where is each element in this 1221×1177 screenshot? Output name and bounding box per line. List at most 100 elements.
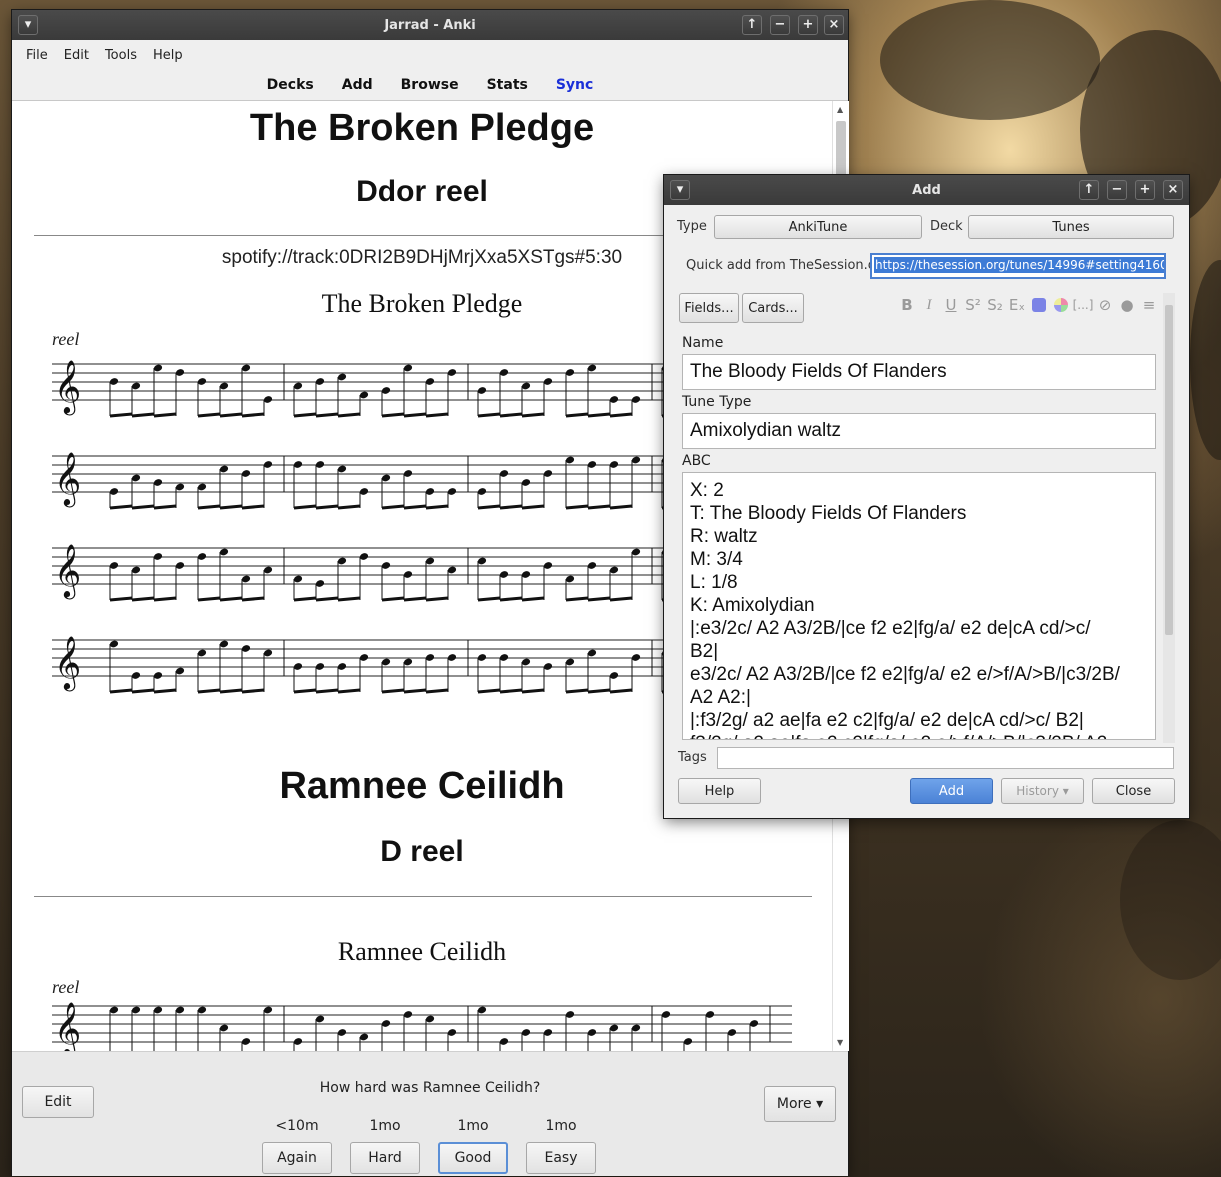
note-beam	[499, 596, 523, 602]
main-titlebar[interactable]: ▾ Jarrad - Anki ↑ − + ×	[12, 10, 848, 40]
fields-button[interactable]: Fields...	[679, 293, 739, 323]
note-type-selector[interactable]: AnkiTune	[714, 215, 922, 239]
note-beam	[521, 504, 545, 510]
easy-button[interactable]: Easy	[526, 1142, 596, 1174]
hard-button[interactable]: Hard	[350, 1142, 420, 1174]
note-beam	[565, 596, 589, 602]
note-beam	[131, 596, 155, 602]
note-beam	[153, 688, 177, 694]
abc-line: R: waltz	[690, 526, 758, 547]
note-beam	[403, 504, 427, 510]
toolbar-sync[interactable]: Sync	[556, 77, 593, 93]
toolbar-stats[interactable]: Stats	[487, 77, 528, 93]
toolbar-add[interactable]: Add	[342, 77, 373, 93]
treble-clef-icon: 𝄞	[54, 451, 81, 507]
underline-icon[interactable]: U	[942, 295, 960, 315]
again-interval: <10m	[275, 1118, 319, 1134]
again-button[interactable]: Again	[262, 1142, 332, 1174]
scrollbar-thumb[interactable]	[836, 121, 846, 181]
note-beam	[477, 596, 501, 602]
more-button[interactable]: More ▾	[764, 1086, 836, 1122]
tags-input[interactable]	[717, 747, 1174, 769]
add-button[interactable]: Add	[910, 778, 993, 804]
note-beam	[381, 596, 405, 602]
subscript-icon[interactable]: S₂	[986, 295, 1004, 315]
note-beam	[219, 596, 243, 602]
note-beam	[109, 412, 133, 418]
note-beam	[521, 596, 545, 602]
note-beam	[425, 504, 449, 510]
deck-selector[interactable]: Tunes	[968, 215, 1174, 239]
toolbar-decks[interactable]: Decks	[267, 77, 314, 93]
menu-edit[interactable]: Edit	[64, 48, 89, 63]
treble-clef-icon: 𝄞	[54, 359, 81, 415]
cards-button[interactable]: Cards...	[742, 293, 804, 323]
note-beam	[477, 504, 501, 510]
editor-scrollbar[interactable]	[1163, 293, 1175, 743]
clear-format-icon[interactable]: Eₓ	[1008, 295, 1026, 315]
text-color-icon[interactable]	[1030, 295, 1048, 315]
note-beam	[153, 596, 177, 602]
italic-icon[interactable]: I	[920, 295, 938, 315]
note-beam	[293, 412, 317, 418]
scroll-down-icon[interactable]: ▼	[837, 1038, 843, 1047]
maximize-icon[interactable]: +	[798, 15, 818, 35]
history-button[interactable]: History ▾	[1001, 778, 1084, 804]
note-beam	[403, 688, 427, 694]
note-beam	[109, 688, 133, 694]
good-button[interactable]: Good	[438, 1142, 508, 1174]
formatting-toolbar: B I U S² S₂ Eₓ [...] ⊘ ● ≡	[898, 295, 1158, 315]
cloze-icon[interactable]: [...]	[1073, 295, 1094, 315]
minimize-icon[interactable]: −	[770, 15, 790, 35]
divider	[34, 896, 812, 897]
tune-type-field[interactable]: Amixolydian waltz	[682, 413, 1156, 449]
abc-line: T: The Bloody Fields Of Flanders	[690, 503, 967, 524]
note-beam	[197, 688, 221, 694]
minimize-icon[interactable]: −	[1107, 180, 1127, 200]
close-icon[interactable]: ×	[824, 15, 844, 35]
window-menu-icon[interactable]: ▾	[670, 180, 690, 200]
close-icon[interactable]: ×	[1163, 180, 1183, 200]
tune2-sheet-music: 𝄞	[52, 1001, 792, 1051]
name-field[interactable]: The Bloody Fields Of Flanders	[682, 354, 1156, 390]
name-field-label: Name	[682, 335, 724, 351]
menu-tools[interactable]: Tools	[105, 48, 137, 63]
toolbar-browse[interactable]: Browse	[401, 77, 459, 93]
note-beam	[315, 504, 339, 510]
scrollbar-thumb[interactable]	[1165, 305, 1173, 635]
bold-icon[interactable]: B	[898, 295, 916, 315]
scroll-up-icon[interactable]: ▲	[837, 105, 843, 114]
keep-above-icon[interactable]: ↑	[742, 15, 762, 35]
window-menu-icon[interactable]: ▾	[18, 15, 38, 35]
close-button[interactable]: Close	[1092, 778, 1175, 804]
help-button[interactable]: Help	[678, 778, 761, 804]
highlight-icon[interactable]	[1052, 295, 1070, 315]
note-beam	[337, 504, 361, 510]
maximize-icon[interactable]: +	[1135, 180, 1155, 200]
note-beam	[609, 504, 633, 510]
abc-field[interactable]: X: 2 T: The Bloody Fields Of Flanders R: w…	[682, 472, 1156, 740]
note-beam	[337, 688, 361, 694]
staff-notes: 𝄞 𝄞 𝄞 𝄞	[52, 359, 692, 694]
more-format-icon[interactable]: ≡	[1140, 295, 1158, 315]
note-beam	[337, 596, 361, 602]
add-dialog: ▾ Add ↑ − + × Type AnkiTune Deck Tunes Q…	[664, 175, 1189, 818]
record-icon[interactable]: ●	[1118, 295, 1136, 315]
add-titlebar[interactable]: ▾ Add ↑ − + ×	[664, 175, 1189, 205]
superscript-icon[interactable]: S²	[964, 295, 982, 315]
quick-add-url-input[interactable]: https://thesession.org/tunes/14996#setti…	[870, 253, 1166, 279]
menu-file[interactable]: File	[26, 48, 48, 63]
note-beam	[131, 412, 155, 418]
add-dialog-title: Add	[912, 182, 941, 198]
note-beam	[315, 688, 339, 694]
attach-icon[interactable]: ⊘	[1096, 295, 1114, 315]
treble-clef-icon: 𝄞	[54, 543, 81, 599]
note-beam	[609, 596, 633, 602]
menu-help[interactable]: Help	[153, 48, 183, 63]
abc-line: X: 2	[690, 480, 724, 501]
note-beam	[381, 688, 405, 694]
treble-clef-icon: 𝄞	[54, 635, 81, 691]
note-beam	[293, 688, 317, 694]
note-beam	[153, 504, 177, 510]
keep-above-icon[interactable]: ↑	[1079, 180, 1099, 200]
